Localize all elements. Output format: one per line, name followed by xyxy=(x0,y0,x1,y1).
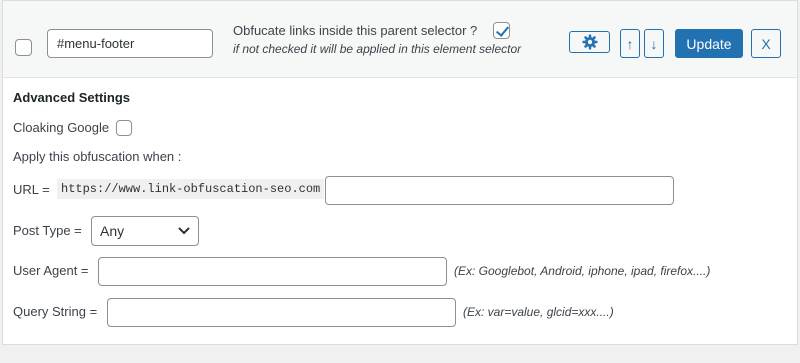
parent-selector-hint: if not checked it will be applied in thi… xyxy=(233,42,522,56)
gear-icon xyxy=(582,34,597,50)
settings-button[interactable] xyxy=(569,31,610,53)
update-button[interactable]: Update xyxy=(675,29,743,58)
post-type-label: Post Type = xyxy=(13,223,82,238)
post-type-selected: Any xyxy=(100,223,125,239)
user-agent-hint: (Ex: Googlebot, Android, iphone, ipad, f… xyxy=(454,264,711,278)
url-prefix: https://www.link-obfuscation-seo.com xyxy=(57,179,325,199)
parent-selector-label: Obfucate links inside this parent select… xyxy=(233,23,478,38)
cloaking-google-checkbox[interactable] xyxy=(116,120,132,136)
apply-when-label: Apply this obfuscation when : xyxy=(13,149,182,164)
selector-input[interactable] xyxy=(47,29,213,58)
selector-panel: Obfucate links inside this parent select… xyxy=(2,0,798,345)
move-up-button[interactable]: ↑ xyxy=(620,29,640,58)
user-agent-label: User Agent = xyxy=(13,263,89,278)
move-down-button[interactable]: ↓ xyxy=(644,29,664,58)
advanced-settings-heading: Advanced Settings xyxy=(13,90,131,105)
query-string-hint: (Ex: var=value, glcid=xxx....) xyxy=(463,305,614,319)
query-string-input[interactable] xyxy=(107,298,456,327)
chevron-down-icon xyxy=(178,227,190,235)
query-string-label: Query String = xyxy=(13,304,98,319)
url-input[interactable] xyxy=(325,176,674,205)
remove-button[interactable]: X xyxy=(751,29,781,58)
arrow-down-icon: ↓ xyxy=(650,35,658,52)
row-select-checkbox[interactable] xyxy=(15,39,32,56)
selector-row: Obfucate links inside this parent select… xyxy=(3,1,797,78)
parent-selector-checkbox[interactable] xyxy=(493,22,510,39)
post-type-select[interactable]: Any xyxy=(91,216,199,246)
user-agent-input[interactable] xyxy=(98,257,447,286)
cloaking-google-label: Cloaking Google xyxy=(13,120,110,135)
url-label: URL = xyxy=(13,182,50,197)
arrow-up-icon: ↑ xyxy=(626,35,634,52)
